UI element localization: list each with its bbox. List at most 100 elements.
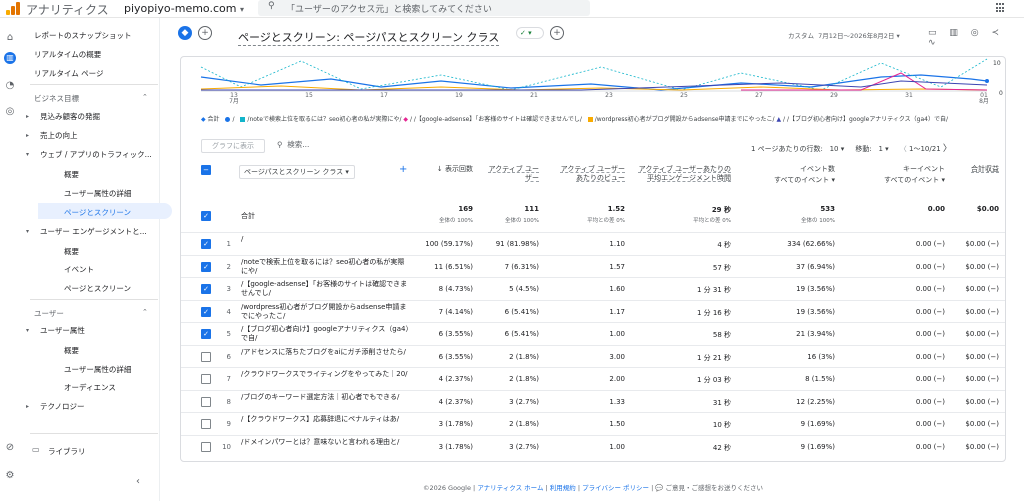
nav-item-user-attributes[interactable]: ユーザー属性	[40, 325, 85, 336]
table-search[interactable]: ⚲ 検索...	[277, 139, 309, 150]
admin-icon[interactable]: ⊘	[4, 442, 16, 454]
apps-grid-icon[interactable]	[996, 3, 1006, 13]
row-checkbox[interactable]	[201, 374, 211, 384]
table-row[interactable]: ✓ 5/【ブログ初心者向け】googleアナリティクス（ga4）で自/6 (3.5…	[181, 322, 1005, 345]
row-cell: 4 秒	[717, 241, 731, 249]
settings-gear-icon[interactable]: ⚙	[4, 470, 16, 482]
col-avg-engagement[interactable]: アクティブ ユーザーあたりの平均エンゲージメント時間	[635, 165, 731, 183]
add-dimension-icon[interactable]: +	[550, 26, 564, 40]
nav-sub-eng-overview[interactable]: 概要	[64, 246, 79, 257]
prev-page-icon[interactable]: 〈	[900, 145, 907, 153]
row-checkbox[interactable]: ✓	[201, 261, 211, 272]
nav-sub-eng-pages[interactable]: ページとスクリーン	[64, 283, 131, 294]
col-event-count[interactable]: イベント数	[745, 165, 835, 174]
chevron-up-icon[interactable]: ⌃	[142, 93, 148, 101]
row-checkbox[interactable]	[201, 419, 211, 429]
chevron-up-icon[interactable]: ⌃	[142, 308, 148, 316]
table-row[interactable]: 7/クラウドワークスでライティングをやってみた｜20/4 (2.37%) 2 (1…	[181, 367, 1005, 390]
caret-right-icon: ▸	[26, 113, 30, 120]
share-icon[interactable]: ≺	[992, 28, 1000, 38]
avatar-badge-icon[interactable]: ◆	[178, 26, 192, 40]
status-badge[interactable]: ✓ ▾	[516, 27, 544, 39]
nav-sub-audiences[interactable]: オーディエンス	[64, 382, 116, 393]
row-checkbox[interactable]: ✓	[201, 329, 211, 339]
row-checkbox[interactable]	[201, 441, 211, 452]
add-comparison-icon[interactable]: +	[198, 26, 212, 40]
pagination-controls: 1 ページあたりの行数: 10 ▾ 移動: 1 ▾ 〈 1〜10/21 〉	[751, 144, 952, 154]
nav-item-sales[interactable]: 売上の向上	[40, 130, 78, 141]
select-all-checkbox[interactable]: −	[201, 165, 211, 175]
nav-sub-ua-details[interactable]: ユーザー属性の詳細	[64, 364, 131, 375]
collapse-chevron-icon[interactable]: ‹	[136, 476, 140, 487]
nav-group-user[interactable]: ユーザー	[34, 308, 64, 319]
nav-sub-events[interactable]: イベント	[64, 264, 94, 275]
col-total-revenue[interactable]: 合計収益	[965, 165, 999, 174]
col-views-per-user[interactable]: アクティブ ユーザーあたりのビュー	[557, 165, 625, 183]
global-search[interactable]: ⚲ 「ユーザーのアクセス元」と検索してみてください	[258, 0, 590, 16]
add-dimension-plus-icon[interactable]: +	[399, 165, 407, 175]
row-cell: $0.00 (−)	[965, 375, 999, 383]
col-active-users[interactable]: アクティブ ユーザー	[487, 165, 539, 183]
row-checkbox[interactable]: ✓	[201, 284, 211, 294]
property-selector[interactable]: piyopiyo-memo.com ▾	[124, 2, 244, 15]
nav-item-technology[interactable]: テクノロジー	[40, 401, 85, 412]
row-checkbox[interactable]: ✓	[201, 306, 211, 317]
col-views[interactable]: ↓ 表示回数	[417, 165, 473, 174]
x-tick-label: 13 7月	[227, 93, 241, 105]
table-row[interactable]: 9/【クラウドワークス】応募辞退にペナルティはあ/3 (1.78%) 2 (1.8…	[181, 412, 1005, 435]
rows-per-page-select[interactable]: 10	[830, 145, 839, 153]
row-checkbox[interactable]: ✓	[201, 239, 211, 249]
legend-series-1[interactable]: /noteで検索上位を取るには？seo初心者の私が実際にや/	[247, 116, 401, 123]
nav-item-snapshot[interactable]: レポートのスナップショット	[34, 30, 132, 41]
col-event-count-filter[interactable]: すべてのイベント ▾	[745, 176, 835, 185]
table-row[interactable]: 10/ドメインパワーとは？意味ないと言われる理由と/3 (1.78%) 3 (2.…	[181, 434, 1005, 458]
total-checkbox[interactable]: ✓	[201, 211, 211, 221]
date-range-picker[interactable]: カスタム 7月12日〜2026年8月2日 ▾	[788, 30, 900, 40]
legend-total[interactable]: 合計	[208, 116, 220, 123]
col-key-events[interactable]: キーイベント	[845, 165, 945, 174]
next-page-icon[interactable]: 〉	[943, 144, 952, 154]
footer-link-privacy[interactable]: プライバシー ポリシー	[582, 484, 649, 492]
nav-item-realtime-pages[interactable]: リアルタイム ページ	[34, 68, 104, 79]
nav-sub-overview[interactable]: 概要	[64, 169, 79, 180]
table-row[interactable]: 6/アドセンスに落ちたブログをaiにガチ添削させたら/6 (3.55%) 2 (1…	[181, 344, 1005, 368]
table-row[interactable]: ✓ 4/wordpress初心者がブログ開設からadsense申請までにやったこ/…	[181, 299, 1005, 323]
nav-sub-ua-overview[interactable]: 概要	[64, 345, 79, 356]
reports-icon[interactable]: ▥	[4, 52, 16, 64]
x-tick-day: 23	[605, 92, 613, 99]
legend-series-2[interactable]: /【google-adsense】「お客様のサイトは確認できませんでし/	[414, 116, 582, 123]
table-row[interactable]: ✓ 2/noteで検索上位を取るには？seo初心者の私が実際にや/11 (6.51…	[181, 254, 1005, 278]
page-title[interactable]: ページとスクリーン: ページパスとスクリーン クラス	[238, 29, 500, 46]
customize-report-icon[interactable]: ▭	[928, 28, 937, 38]
trend-icon[interactable]: ∿	[928, 38, 936, 48]
legend-series-3[interactable]: /wordpress初心者がブログ開設からadsense申請までにやったこ/	[595, 116, 775, 123]
nav-item-realtime-overview[interactable]: リアルタイムの概要	[34, 49, 101, 60]
row-checkbox[interactable]	[201, 396, 211, 407]
goto-input[interactable]: 1	[878, 145, 882, 153]
row-checkbox[interactable]	[201, 351, 211, 362]
col-key-events-filter[interactable]: すべてのイベント ▾	[845, 176, 945, 185]
plot-rows-button[interactable]: グラフに表示	[201, 139, 265, 153]
row-cell: 2 (1.8%)	[509, 352, 539, 361]
nav-item-traffic[interactable]: ウェブ / アプリのトラフィック...	[40, 149, 152, 160]
home-icon[interactable]: ⌂	[4, 32, 16, 44]
dimension-selector[interactable]: ページパスとスクリーン クラス ▾	[239, 165, 355, 179]
nav-group-business-goals[interactable]: ビジネス目標	[34, 93, 79, 104]
table-row[interactable]: ✓ 3/【google-adsense】「お客様のサイトは確認できませんでし/8 …	[181, 277, 1005, 300]
advertising-icon[interactable]: ◎	[4, 106, 16, 118]
footer-link-home[interactable]: アナリティクス ホーム	[477, 484, 543, 492]
nav-sub-pages-screens[interactable]: ページとスクリーン	[64, 207, 131, 218]
nav-item-engagement[interactable]: ユーザー エンゲージメントと...	[40, 226, 147, 237]
insights-icon[interactable]: ◎	[971, 28, 979, 38]
feedback-link[interactable]: | 💬 ご意見・ご感想をお送りください	[651, 484, 763, 492]
nav-sub-demographics[interactable]: ユーザー属性の詳細	[64, 188, 131, 199]
compare-icon[interactable]: ▥	[949, 28, 958, 38]
nav-item-library[interactable]: ライブラリ	[48, 446, 86, 457]
explore-icon[interactable]: ◔	[4, 80, 16, 92]
footer-link-terms[interactable]: 利用規約	[550, 484, 576, 492]
table-row[interactable]: ✓ 1/100 (59.17%) 91 (81.98%) 1.10 4 秒 334 (62…	[181, 232, 1005, 255]
total-value: 29 秒	[711, 206, 731, 214]
legend-series-4[interactable]: /【ブログ初心者向け】googleアナリティクス（ga4）で自/	[787, 116, 948, 123]
table-row[interactable]: 8/ブログのキーワード選定方法｜初心者でもできる/4 (2.37%) 3 (2.7…	[181, 389, 1005, 413]
nav-item-leads[interactable]: 見込み顧客の発掘	[40, 111, 100, 122]
